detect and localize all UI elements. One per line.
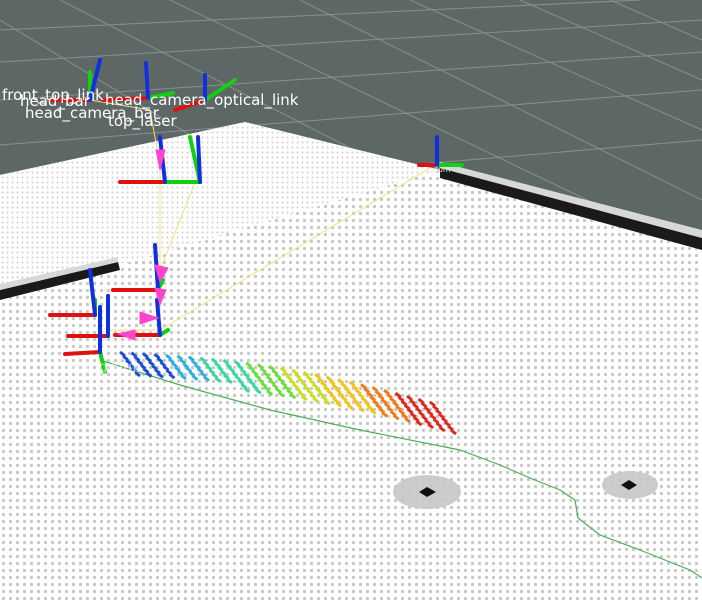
label-front-group: front_group [55,358,142,377]
label-top-laser: top_laser [108,112,177,131]
rviz-3d-viewport[interactable]: front_top_link head_bar head_camera_opti… [0,0,702,600]
label-small-marker: odom [428,165,451,174]
